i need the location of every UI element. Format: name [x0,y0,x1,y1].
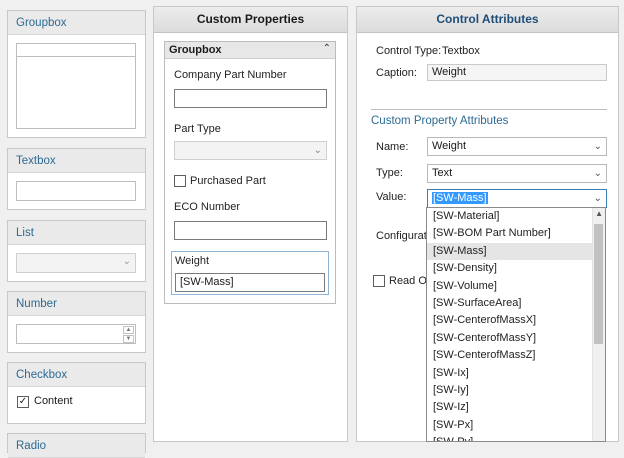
toolbox-list[interactable]: List ⌄ [7,220,146,282]
section-divider [371,109,607,110]
purchased-part-label: Purchased Part [190,175,266,187]
checkbox-preview-check: ✓ [17,396,29,408]
chevron-down-icon: ⌄ [593,141,602,152]
dropdown-option[interactable]: [SW-SurfaceArea] [427,295,605,312]
dropdown-option[interactable]: [SW-Iz] [427,399,605,416]
toolbox-checkbox[interactable]: Checkbox ✓ Content [7,362,146,424]
chevron-down-icon: ⌄ [122,256,131,267]
name-dropdown[interactable]: Weight ⌄ [427,137,607,156]
weight-label: Weight [175,255,210,267]
name-label: Name: [376,141,409,153]
value-label: Value: [376,191,407,203]
weight-input[interactable]: [SW-Mass] [175,273,325,292]
form-groupbox-title: Groupbox [169,44,222,56]
dropdown-option[interactable]: [SW-Px] [427,417,605,434]
control-type-label: Control Type: [376,45,442,57]
company-part-number-input[interactable] [174,89,327,108]
control-type-value: Textbox [442,45,480,57]
scrollbar-thumb[interactable] [594,224,603,344]
value-dropdown-value: [SW-Mass] [432,192,488,204]
type-dropdown-value: Text [432,167,453,179]
dropdown-option[interactable]: [SW-BOM Part Number] [427,225,605,242]
toolbox-checkbox-title: Checkbox [8,363,145,387]
dropdown-option[interactable]: [SW-CenterofMassX] [427,312,605,329]
toolbox-radio-title: Radio [8,434,145,458]
toolbox-groupbox[interactable]: Groupbox [7,10,146,138]
scroll-up-icon[interactable]: ▲ [595,209,603,218]
dropdown-option[interactable]: [SW-Volume] [427,278,605,295]
dropdown-option[interactable]: [SW-Mass] [427,242,605,261]
toolbox-textbox-title: Textbox [8,149,145,173]
chevron-down-icon: ⌄ [593,168,602,179]
dropdown-option[interactable]: [SW-CenterofMassZ] [427,347,605,364]
type-dropdown[interactable]: Text ⌄ [427,164,607,183]
part-type-label: Part Type [174,123,221,135]
weight-field-selected[interactable]: Weight [SW-Mass] [171,251,329,295]
eco-number-label: ECO Number [174,201,241,213]
form-groupbox-header: Groupbox ⌃ [165,42,335,59]
dropdown-option[interactable]: [SW-Py] [427,434,605,441]
caption-input[interactable]: Weight [427,64,607,81]
spin-up-icon: ▲ [123,326,134,334]
toolbox-groupbox-title: Groupbox [8,11,145,35]
dropdown-option[interactable]: [SW-Density] [427,260,605,277]
caption-label: Caption: [376,67,417,79]
dropdown-option[interactable]: [SW-Ix] [427,365,605,382]
groupbox-preview [16,43,136,129]
dropdown-scrollbar[interactable]: ▲ [592,208,605,441]
list-preview: ⌄ [16,253,136,273]
eco-number-input[interactable] [174,221,327,240]
custom-properties-header: Custom Properties [154,7,347,33]
chevron-down-icon: ⌄ [313,145,322,156]
custom-property-attributes-title: Custom Property Attributes [371,115,509,127]
textbox-preview [16,181,136,201]
toolbox-radio[interactable]: Radio [7,433,146,458]
dropdown-option[interactable]: [SW-Material] [427,208,605,225]
company-part-number-label: Company Part Number [174,69,287,81]
part-type-dropdown[interactable]: ⌄ [174,141,327,160]
checkbox-preview-label: Content [34,395,73,407]
custom-properties-panel: Custom Properties Groupbox ⌃ Company Par… [153,6,348,442]
value-dropdown[interactable]: [SW-Mass] ⌄ [427,189,607,208]
control-attributes-header: Control Attributes [357,7,618,33]
read-only-checkbox[interactable] [373,275,385,287]
value-dropdown-list[interactable]: [SW-Material] [SW-BOM Part Number] [SW-Mas… [426,207,606,442]
collapse-icon[interactable]: ⌃ [323,43,331,54]
dropdown-option[interactable]: [SW-CenterofMassY] [427,330,605,347]
dropdown-option[interactable]: [SW-Iy] [427,382,605,399]
chevron-down-icon: ⌄ [593,193,602,204]
purchased-part-checkbox[interactable] [174,175,186,187]
toolbox-list-title: List [8,221,145,245]
toolbox-number-title: Number [8,292,145,316]
type-label: Type: [376,167,403,179]
number-preview: ▲ ▼ [16,324,136,344]
form-groupbox: Groupbox ⌃ Company Part Number Part Type… [164,41,336,304]
toolbox-textbox[interactable]: Textbox [7,148,146,210]
toolbox-number[interactable]: Number ▲ ▼ [7,291,146,353]
spin-down-icon: ▼ [123,335,134,343]
name-dropdown-value: Weight [432,140,467,152]
